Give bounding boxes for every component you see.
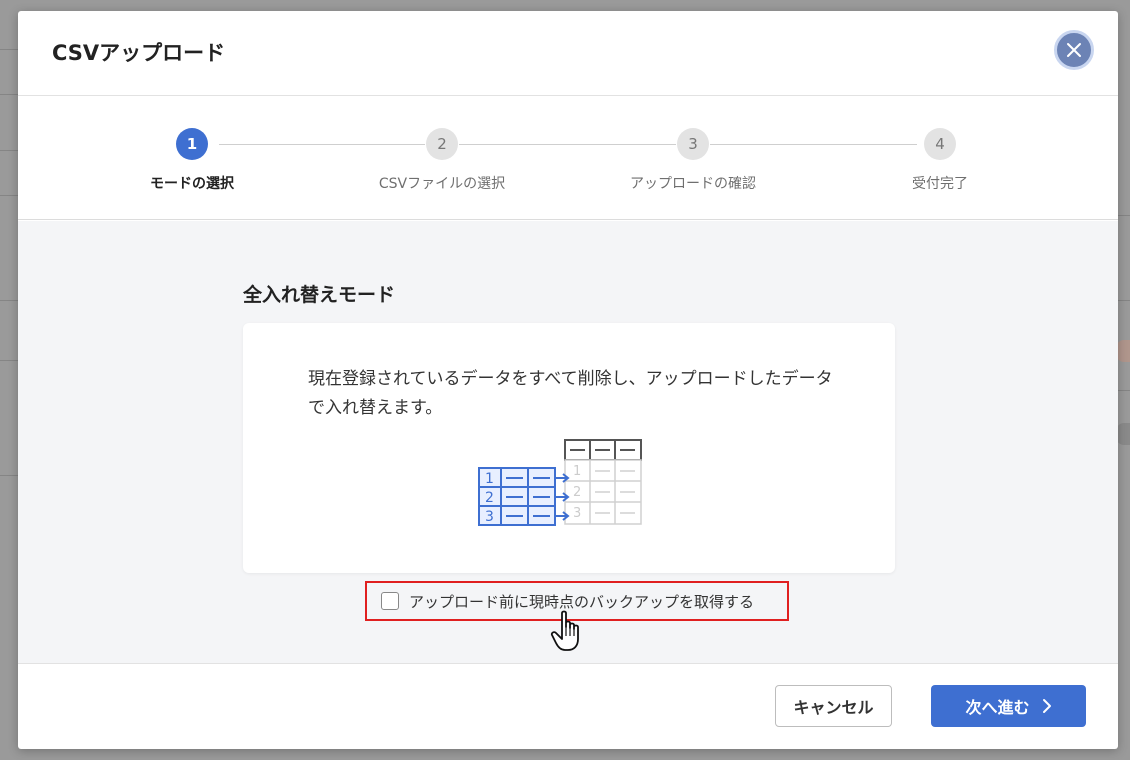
- hand-pointer-cursor-icon: [550, 610, 579, 651]
- background-divider: [0, 360, 18, 361]
- csv-upload-dialog: CSVアップロード 1 モードの選択 2 CSVファイルの選択 3 アップロード…: [18, 11, 1118, 749]
- replace-table-illustration: 1 2 3 1 2 3: [478, 439, 642, 526]
- step-label: モードの選択: [150, 176, 234, 192]
- dialog-title: CSVアップロード: [52, 41, 226, 65]
- step-label: 受付完了: [912, 176, 968, 192]
- background-divider: [1118, 300, 1130, 301]
- illustration-new-row-number: 2: [485, 490, 494, 506]
- step-number: 4: [924, 128, 956, 160]
- background-avatar: [1116, 340, 1130, 362]
- background-divider: [0, 94, 18, 95]
- next-button-label: 次へ進む: [965, 698, 1030, 717]
- illustration-old-row-number: 2: [573, 485, 581, 500]
- background-divider: [1118, 215, 1130, 216]
- step-complete: 4 受付完了: [840, 128, 1040, 193]
- step-number: 2: [426, 128, 458, 160]
- mode-card: 現在登録されているデータをすべて削除し、アップロードしたデータで入れ替えます。 …: [243, 323, 895, 573]
- background-divider: [0, 49, 18, 50]
- illustration-new-row-number: 1: [485, 471, 494, 487]
- step-label: CSVファイルの選択: [378, 176, 506, 192]
- background-divider: [0, 475, 18, 476]
- background-avatar: [1116, 423, 1130, 445]
- background-divider: [0, 150, 18, 151]
- close-icon: [1067, 43, 1081, 57]
- next-button[interactable]: 次へ進む: [931, 685, 1086, 727]
- stepper: 1 モードの選択 2 CSVファイルの選択 3 アップロードの確認 4 受付完了: [18, 96, 1118, 220]
- step-label: アップロードの確認: [630, 176, 756, 192]
- step-mode-select: 1 モードの選択: [92, 128, 292, 193]
- step-upload-confirm: 3 アップロードの確認: [593, 128, 793, 193]
- chevron-right-icon: [1042, 699, 1051, 713]
- background-divider: [0, 300, 18, 301]
- dialog-body: 全入れ替えモード 現在登録されているデータをすべて削除し、アップロードしたデータ…: [18, 221, 1118, 664]
- step-csv-file-select: 2 CSVファイルの選択: [342, 128, 542, 193]
- mode-description: 現在登録されているデータをすべて削除し、アップロードしたデータで入れ替えます。: [308, 369, 833, 418]
- step-number: 1: [176, 128, 208, 160]
- illustration-old-row-number: 3: [573, 506, 581, 521]
- illustration-new-row-number: 3: [485, 509, 494, 525]
- cancel-button[interactable]: キャンセル: [775, 685, 892, 727]
- background-divider: [1118, 390, 1130, 391]
- illustration-old-row-number: 1: [573, 464, 581, 479]
- backup-checkbox[interactable]: [381, 592, 399, 610]
- dialog-footer: キャンセル 次へ進む: [18, 665, 1118, 749]
- step-number: 3: [677, 128, 709, 160]
- background-divider: [0, 195, 18, 196]
- mode-title: 全入れ替えモード: [243, 284, 396, 306]
- close-button[interactable]: [1054, 30, 1094, 70]
- dialog-header: CSVアップロード: [18, 11, 1118, 96]
